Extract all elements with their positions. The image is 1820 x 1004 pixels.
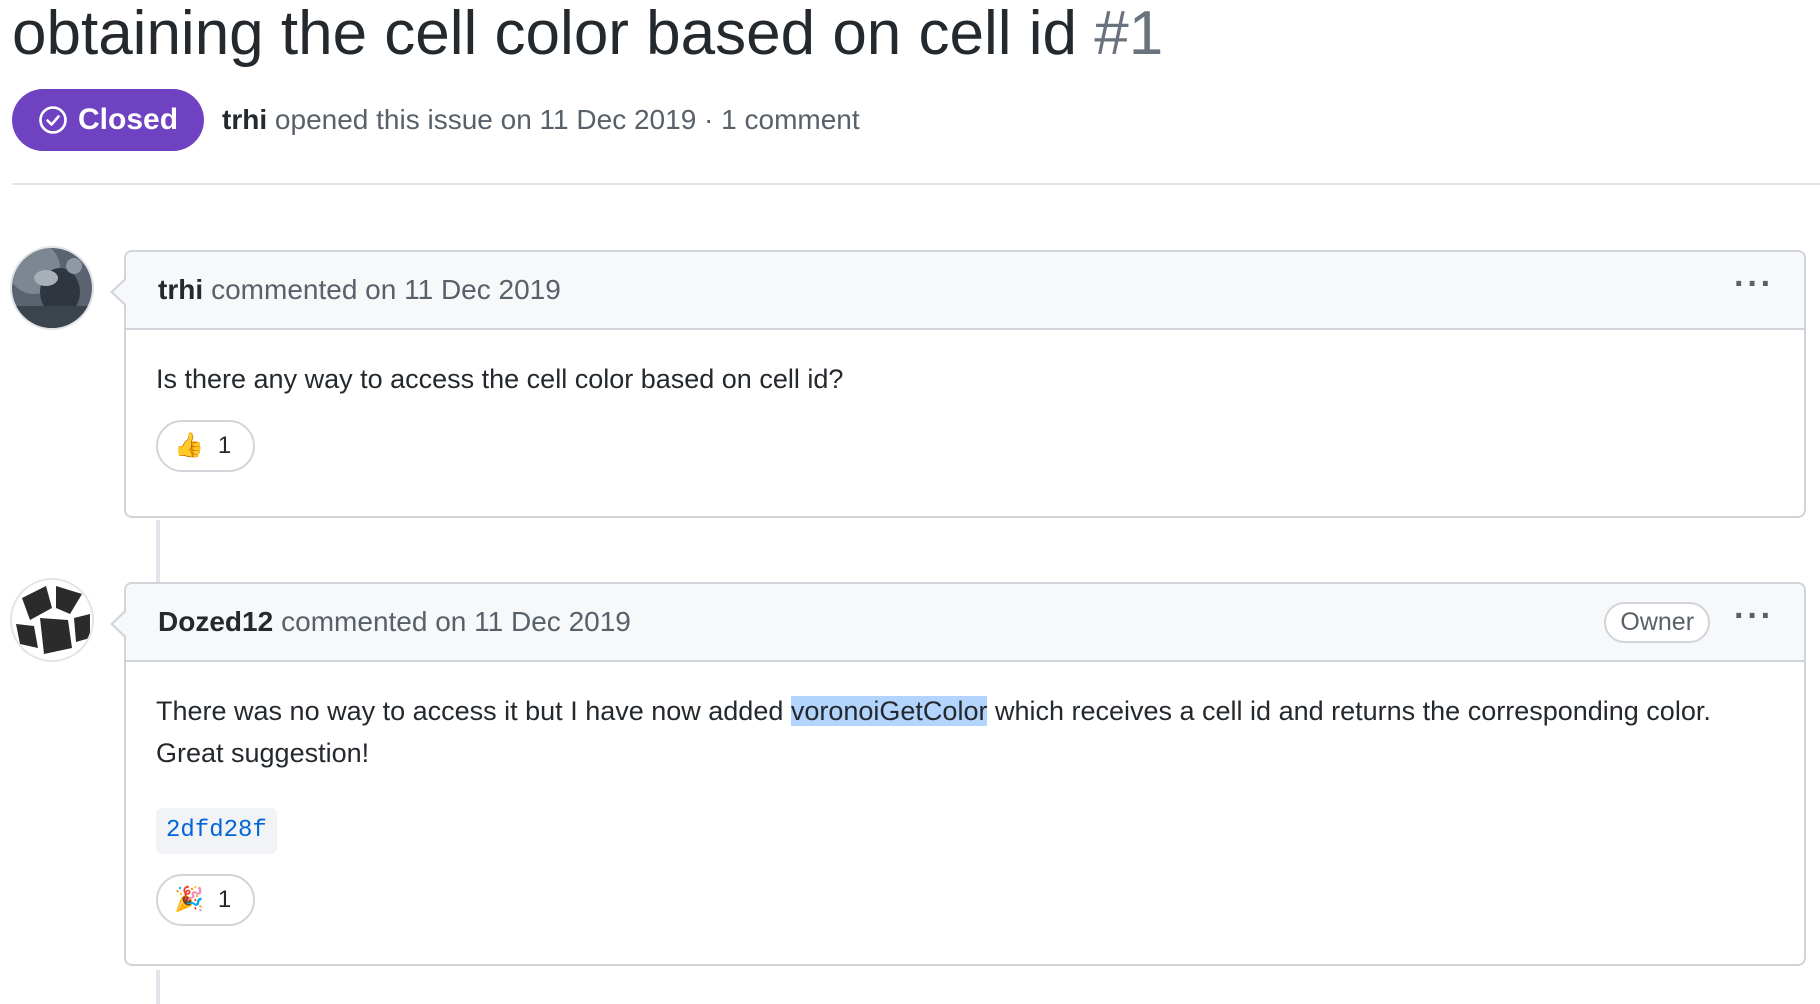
tada-icon: 🎉	[174, 886, 204, 913]
avatar-image	[12, 580, 92, 660]
reaction-count: 1	[217, 432, 232, 459]
comment-header: Dozed12 commented on 11 Dec 2019 Owner ·…	[126, 584, 1804, 662]
comment-author-link[interactable]: Dozed12	[158, 606, 273, 638]
comment-text-before: There was no way to access it but I have…	[156, 696, 791, 726]
header-divider	[12, 183, 1820, 185]
comment-text: Is there any way to access the cell colo…	[156, 364, 844, 394]
commit-link[interactable]: 2dfd28f	[156, 808, 277, 854]
comment-body: Is there any way to access the cell colo…	[126, 330, 1804, 502]
selected-text: voronoiGetColor	[790, 696, 988, 726]
comment-timestamp[interactable]: commented on 11 Dec 2019	[281, 606, 631, 638]
comment-text: There was no way to access it but I have…	[156, 690, 1772, 774]
issue-meta-details: opened this issue on 11 Dec 2019 · 1 com…	[274, 104, 860, 135]
state-badge: Closed	[12, 89, 205, 151]
comment-dozed12: Dozed12 commented on 11 Dec 2019 Owner ·…	[110, 582, 1806, 966]
avatar-trhi[interactable]	[12, 248, 92, 328]
comment-body: There was no way to access it but I have…	[126, 662, 1804, 956]
issue-title-text: obtaining the cell color based on cell i…	[12, 0, 1078, 68]
avatar-image	[12, 248, 92, 328]
comment-timestamp[interactable]: commented on 11 Dec 2019	[211, 274, 561, 306]
issue-number: #1	[1094, 0, 1164, 68]
timeline-connector	[156, 520, 160, 584]
timeline-connector	[156, 970, 160, 1004]
thumbs-up-icon: 👍	[174, 432, 204, 459]
issue-meta: Closed trhi opened this issue on 11 Dec …	[12, 88, 860, 152]
reaction-button[interactable]: 👍 1	[156, 420, 256, 472]
reaction-count: 1	[217, 886, 232, 913]
avatar-dozed12[interactable]	[12, 580, 92, 660]
comment-author-link[interactable]: trhi	[158, 274, 203, 306]
kebab-menu-icon[interactable]: ···	[1734, 267, 1774, 306]
comment-header: trhi commented on 11 Dec 2019 ···	[126, 252, 1804, 330]
issue-title: obtaining the cell color based on cell i…	[12, 0, 1163, 72]
issue-author-link[interactable]: trhi	[222, 104, 267, 135]
comment-trhi: trhi commented on 11 Dec 2019 ··· Is the…	[110, 250, 1806, 518]
state-label: Closed	[78, 103, 179, 136]
kebab-menu-icon[interactable]: ···	[1734, 599, 1774, 638]
owner-badge: Owner	[1604, 601, 1711, 643]
issue-meta-text: trhi opened this issue on 11 Dec 2019 · …	[222, 104, 860, 136]
check-circle-icon	[39, 106, 67, 134]
reaction-button[interactable]: 🎉 1	[156, 874, 256, 926]
